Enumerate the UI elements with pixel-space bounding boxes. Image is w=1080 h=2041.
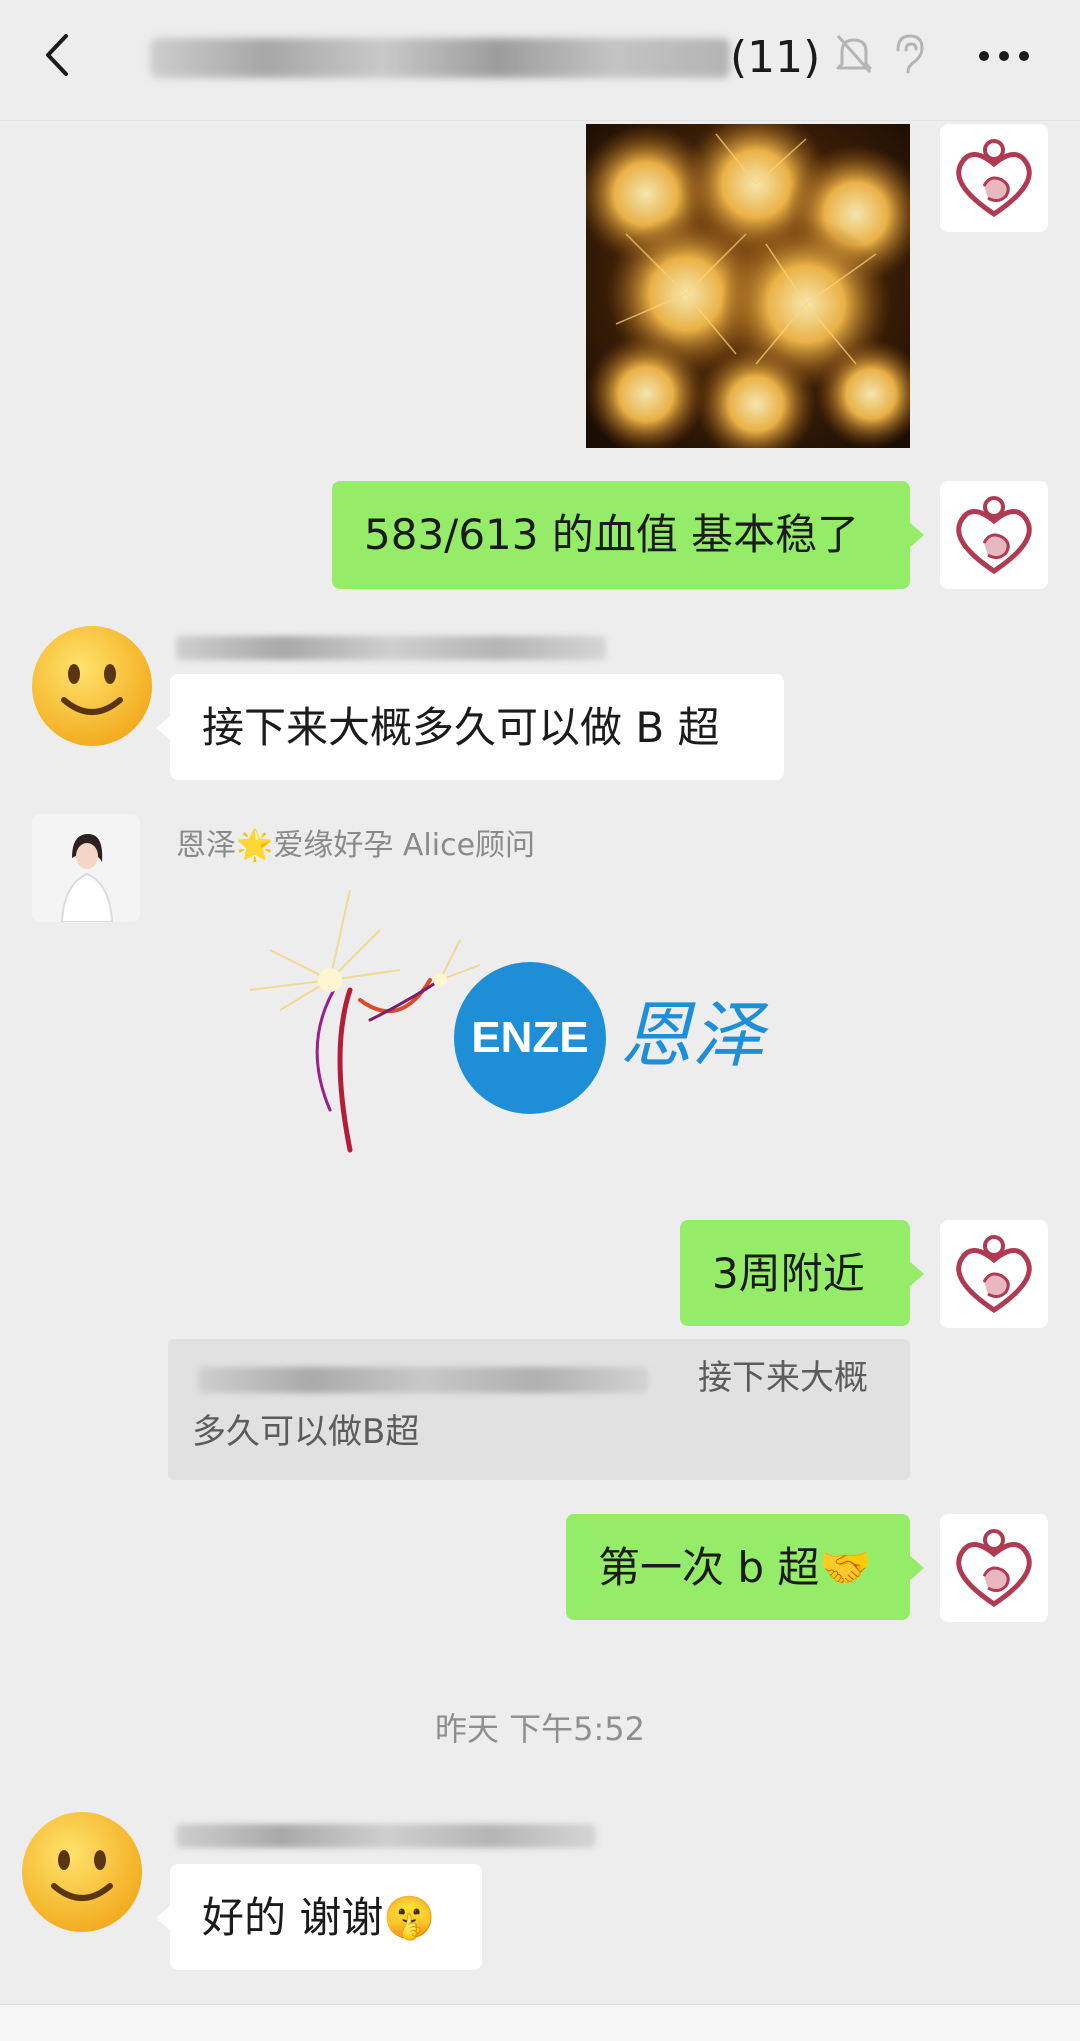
sparkler-icon (249, 889, 481, 1153)
mute-notifications-icon (836, 35, 872, 73)
message-text: 好的 谢谢🤫 (202, 1893, 436, 1942)
smiley-avatar[interactable] (30, 624, 154, 748)
message-text: 接下来大概多久可以做 B 超 (202, 703, 720, 752)
received-message-bubble[interactable]: 接下来大概多久可以做 B 超 (156, 674, 784, 780)
quoted-text-line1: 接下来大概 (698, 1358, 868, 1398)
input-bar-edge (0, 2004, 1080, 2041)
my-avatar[interactable] (940, 1220, 1048, 1328)
member-count: (11) (730, 32, 821, 83)
bubble-tail (908, 1554, 924, 1582)
bubble-tail (156, 714, 172, 742)
heart-mother-logo-icon (956, 496, 1032, 575)
sent-message-bubble[interactable]: 3周附近 (680, 1220, 924, 1326)
consultant-avatar[interactable] (32, 814, 140, 922)
quoted-sender-redacted (198, 1367, 648, 1393)
message-text: 3周附近 (712, 1249, 865, 1298)
smiley-face-icon (22, 1812, 142, 1932)
fireworks-photo-message[interactable] (586, 124, 910, 448)
sender-name: 恩泽🌟爱缘好孕 Alice顾问 (176, 828, 536, 863)
my-avatar[interactable] (940, 481, 1048, 589)
message-text: 第一次 b 超🤝 (598, 1543, 872, 1592)
heart-mother-logo-icon (956, 1529, 1032, 1608)
chat-title-redacted (150, 38, 730, 78)
bubble-tail (908, 521, 924, 549)
smiley-avatar[interactable] (20, 1810, 144, 1934)
bubble-tail (908, 1260, 924, 1288)
my-avatar[interactable] (940, 124, 1048, 232)
woman-portrait-icon (32, 814, 140, 922)
brand-latin: ENZE (471, 1013, 588, 1062)
brand-chinese: 恩泽 (620, 993, 769, 1077)
more-options-icon[interactable] (974, 38, 1034, 74)
heart-mother-logo-icon (956, 1235, 1032, 1314)
my-avatar[interactable] (940, 1514, 1048, 1622)
sent-message-bubble[interactable]: 583/613 的血值 基本稳了 (332, 481, 924, 589)
quoted-message[interactable]: 接下来大概 多久可以做B超 (168, 1339, 910, 1480)
enze-sticker-message[interactable]: ENZE 恩泽 (190, 880, 800, 1180)
message-timestamp: 昨天 下午5:52 (434, 1710, 646, 1748)
sender-name-redacted (176, 636, 606, 660)
smiley-face-icon (32, 626, 152, 746)
message-text: 583/613 的血值 基本稳了 (364, 510, 860, 559)
sent-message-bubble[interactable]: 第一次 b 超🤝 (566, 1514, 924, 1620)
received-message-bubble[interactable]: 好的 谢谢🤫 (156, 1864, 482, 1970)
sender-name-redacted (176, 1824, 596, 1848)
heart-mother-logo-icon (956, 139, 1032, 218)
bubble-tail (156, 1904, 172, 1932)
back-arrow-icon[interactable] (34, 30, 84, 80)
earpiece-mode-icon (896, 34, 924, 74)
quoted-text-line2: 多久可以做B超 (192, 1412, 420, 1452)
